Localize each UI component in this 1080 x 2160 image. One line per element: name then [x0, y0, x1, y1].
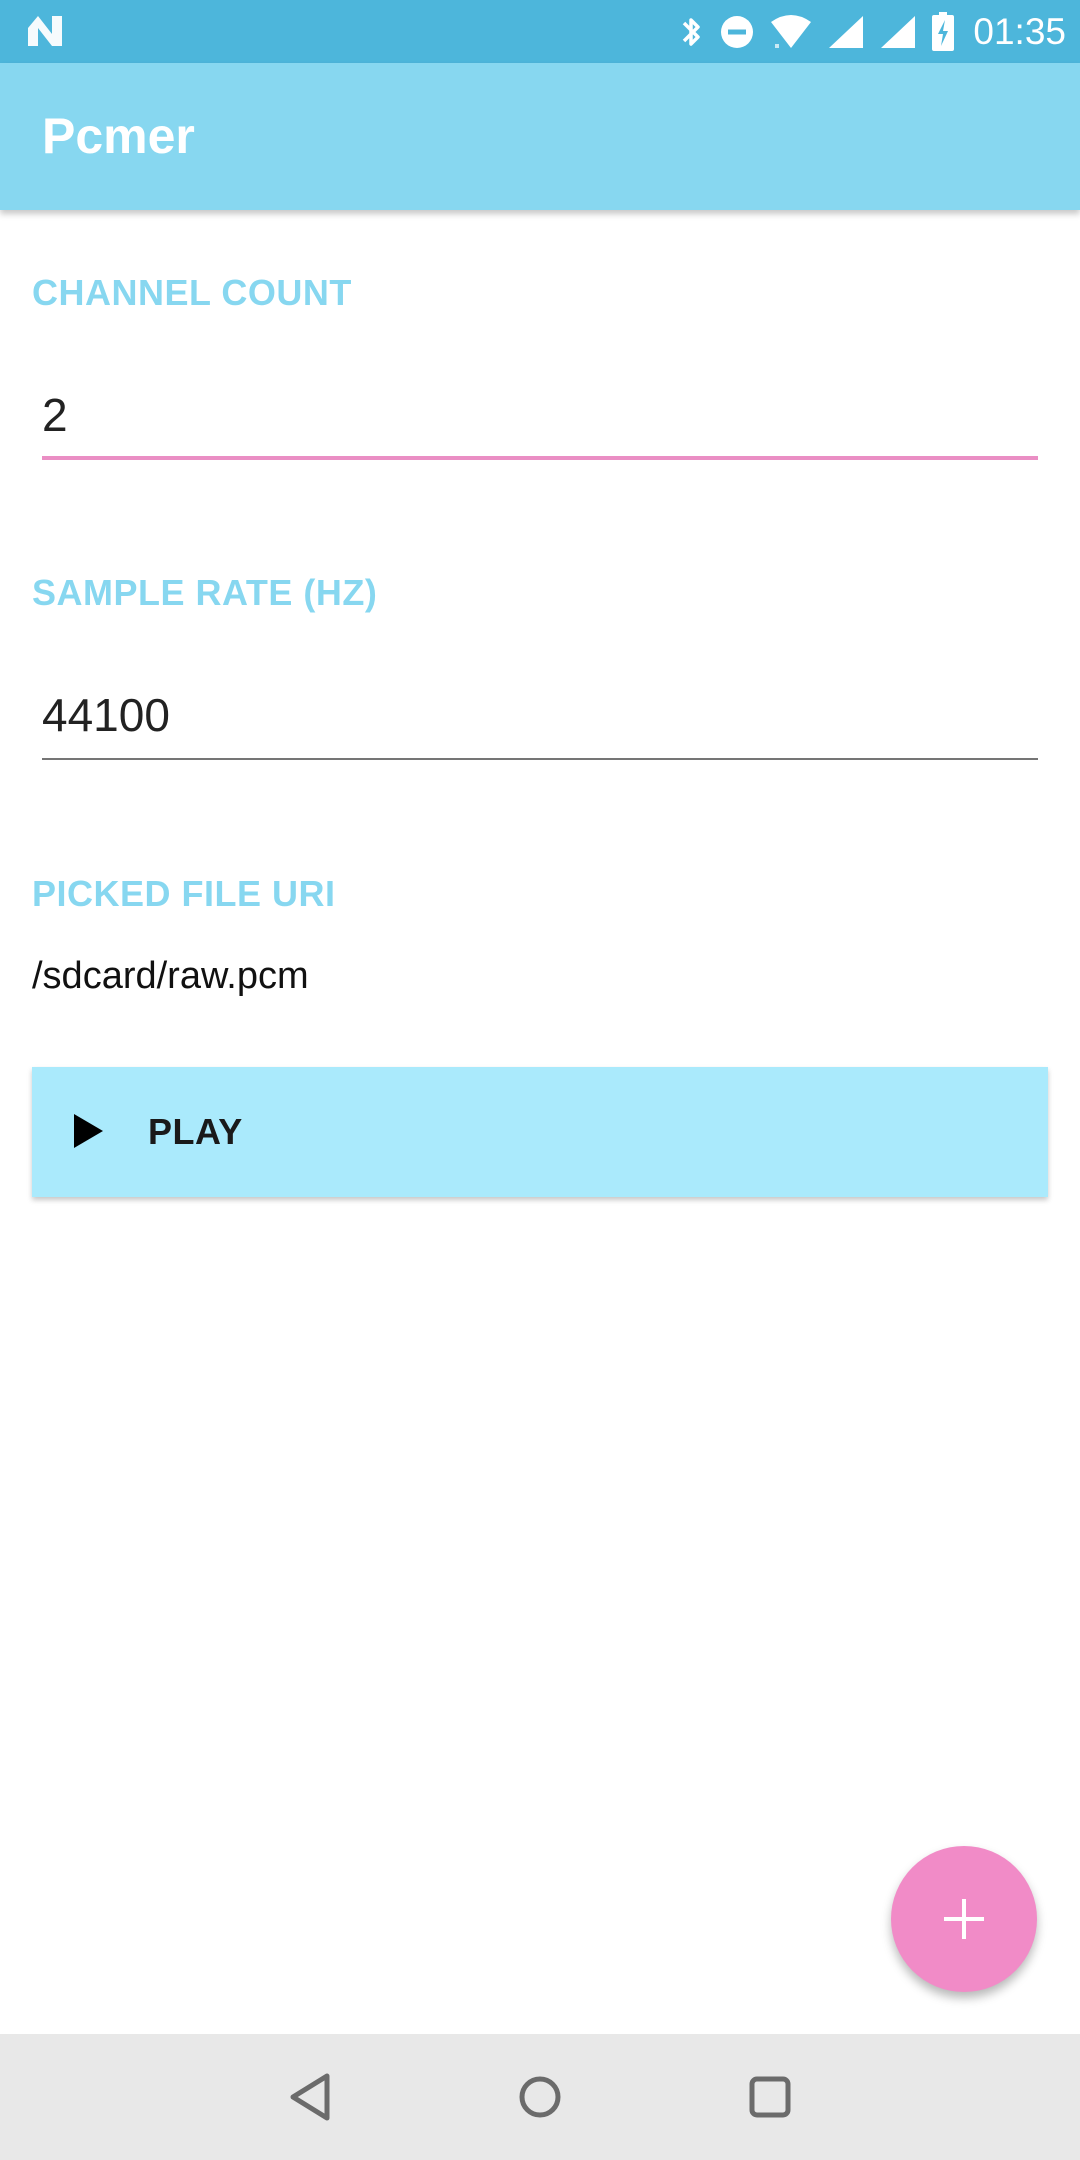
status-time: 01:35	[973, 10, 1066, 52]
signal-icon	[829, 15, 864, 48]
bluetooth-icon	[683, 17, 701, 46]
play-button[interactable]: PLAY	[32, 1067, 1048, 1197]
channel-count-input[interactable]	[42, 380, 1038, 450]
channel-count-underline	[42, 456, 1038, 460]
recents-icon[interactable]	[735, 2062, 805, 2132]
notification-n-icon	[28, 16, 62, 46]
signal-icon	[881, 15, 916, 48]
channel-count-label: CHANNEL COUNT	[32, 272, 352, 313]
home-icon[interactable]	[505, 2062, 575, 2132]
sample-rate-label: SAMPLE RATE (HZ)	[32, 572, 378, 613]
sample-rate-field[interactable]	[42, 680, 1038, 760]
play-button-label: PLAY	[148, 1111, 243, 1152]
do-not-disturb-icon	[721, 15, 754, 48]
navigation-bar	[0, 2034, 1080, 2160]
status-icons: 01:35	[679, 0, 1066, 63]
app-bar: Pcmer	[0, 63, 1080, 210]
battery-charging-icon	[932, 11, 955, 51]
back-icon[interactable]	[275, 2062, 345, 2132]
sample-rate-underline	[42, 758, 1038, 760]
add-fab-button[interactable]	[891, 1846, 1037, 1992]
channel-count-field[interactable]	[42, 380, 1038, 460]
wifi-icon	[771, 14, 812, 48]
play-icon	[74, 1114, 103, 1148]
app-title: Pcmer	[42, 108, 195, 164]
plus-icon	[944, 1899, 984, 1939]
picked-file-label: PICKED FILE URI	[32, 873, 336, 914]
status-bar: 01:35	[0, 0, 1080, 63]
sample-rate-input[interactable]	[42, 680, 1038, 750]
picked-file-value: /sdcard/raw.pcm	[32, 955, 309, 997]
